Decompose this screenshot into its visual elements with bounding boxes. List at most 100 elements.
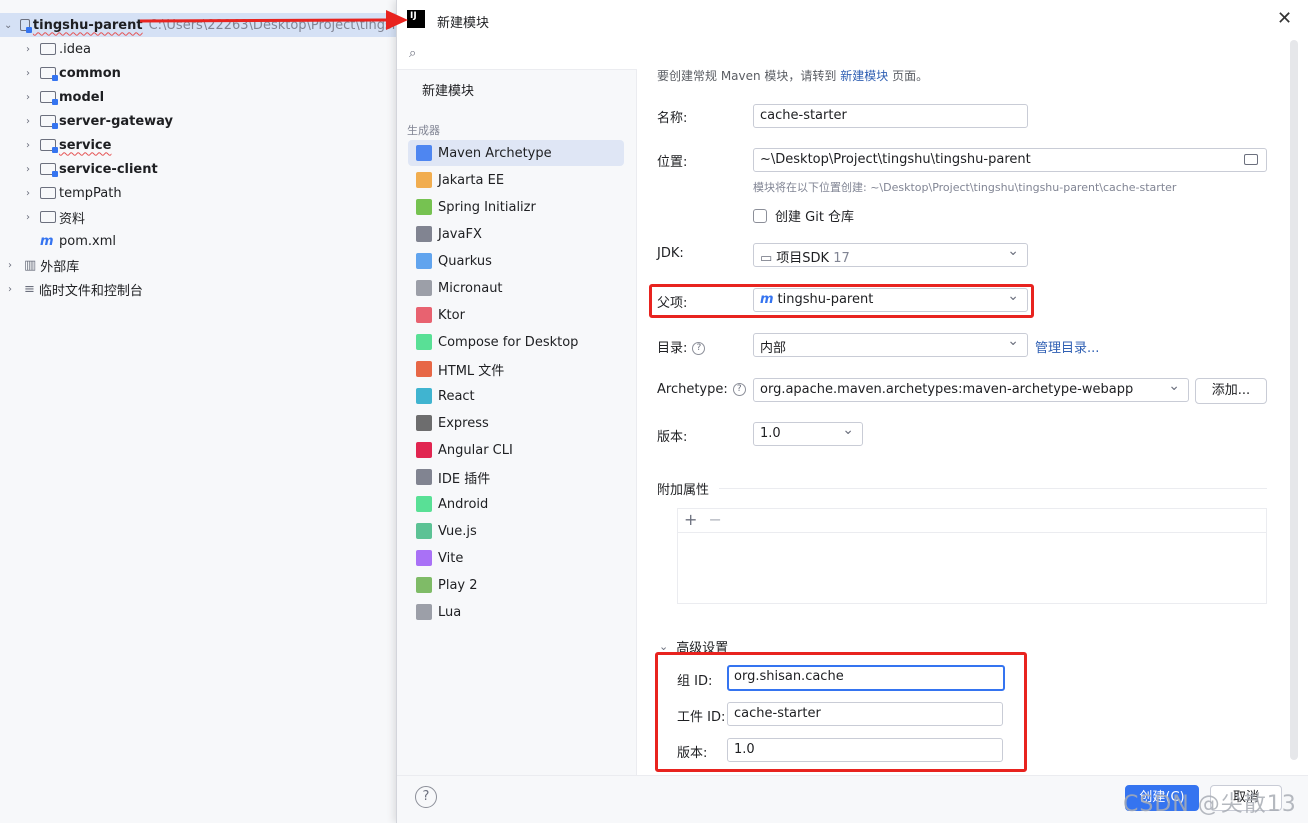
generator-label: JavaFX bbox=[438, 226, 482, 242]
new-module-link[interactable]: 新建模块 bbox=[840, 69, 888, 83]
jdk-label: JDK: bbox=[657, 246, 684, 261]
generator-item[interactable]: Android bbox=[408, 491, 624, 517]
name-field[interactable]: cache-starter bbox=[753, 104, 1028, 128]
project-tree: ⌄ tingshu-parent C:\Users\22263\Desktop\… bbox=[0, 0, 400, 823]
module-folder-icon bbox=[40, 91, 58, 105]
jdk-value: 项目SDK bbox=[776, 251, 830, 266]
tree-item-label: tempPath bbox=[59, 185, 122, 201]
micronaut-icon bbox=[416, 280, 432, 296]
extra-props-table[interactable]: + − bbox=[677, 508, 1267, 604]
generator-item[interactable]: Micronaut bbox=[408, 275, 624, 301]
add-archetype-button[interactable]: 添加... bbox=[1195, 378, 1267, 404]
separator bbox=[719, 488, 1267, 489]
tree-item-label: service-client bbox=[59, 161, 158, 177]
name-label: 名称: bbox=[657, 111, 688, 126]
git-checkbox-row[interactable]: 创建 Git 仓库 bbox=[753, 206, 854, 225]
tree-item-external-libs[interactable]: › ▥ 外部库 bbox=[4, 253, 79, 277]
chevron-right-icon[interactable]: › bbox=[22, 188, 34, 199]
location-label: 位置: bbox=[657, 155, 688, 170]
generator-item[interactable]: Ktor bbox=[408, 302, 624, 328]
chevron-right-icon[interactable]: › bbox=[22, 140, 34, 151]
chevron-right-icon[interactable]: › bbox=[22, 92, 34, 103]
scrollbar[interactable] bbox=[1290, 40, 1298, 760]
search-input[interactable]: ⌕ bbox=[397, 40, 637, 70]
tree-item-model[interactable]: › model bbox=[22, 85, 104, 109]
help-icon[interactable]: ? bbox=[732, 383, 746, 396]
advanced-highlight bbox=[655, 652, 1027, 772]
close-icon[interactable]: ✕ bbox=[1277, 8, 1292, 29]
manage-catalogs-link[interactable]: 管理目录... bbox=[1035, 337, 1099, 356]
tree-item-pom[interactable]: m pom.xml bbox=[34, 229, 116, 253]
tree-item-label: service bbox=[59, 137, 112, 153]
generator-item[interactable]: IDE 插件 bbox=[408, 464, 624, 490]
red-arrow-annotation bbox=[140, 10, 408, 30]
express-icon bbox=[416, 415, 432, 431]
parent-highlight bbox=[649, 284, 1034, 318]
chevron-right-icon[interactable]: › bbox=[4, 260, 16, 271]
module-folder-icon bbox=[40, 163, 58, 177]
jdk-select[interactable]: ▭ 项目SDK 17 bbox=[753, 243, 1028, 267]
version-select[interactable]: 1.0 bbox=[753, 422, 863, 446]
tree-item-ziliao[interactable]: › 资料 bbox=[22, 205, 85, 229]
html5-icon bbox=[416, 361, 432, 377]
generator-item[interactable]: Jakarta EE bbox=[408, 167, 624, 193]
generator-item[interactable]: Lua bbox=[408, 599, 624, 625]
generator-label: Vite bbox=[438, 550, 464, 566]
tree-item-label: .idea bbox=[59, 41, 91, 57]
generator-item[interactable]: Express bbox=[408, 410, 624, 436]
chevron-right-icon[interactable]: › bbox=[4, 284, 16, 295]
generator-item[interactable]: Maven Archetype bbox=[408, 140, 624, 166]
generator-item[interactable]: React bbox=[408, 383, 624, 409]
new-module-item[interactable]: 新建模块 bbox=[422, 80, 474, 99]
location-field[interactable]: ~\Desktop\Project\tingshu\tingshu-parent bbox=[753, 148, 1267, 172]
generator-label: Maven Archetype bbox=[438, 145, 552, 161]
catalog-select[interactable]: 内部 bbox=[753, 333, 1028, 357]
generator-label: Angular CLI bbox=[438, 442, 513, 458]
location-hint: 模块将在以下位置创建: ~\Desktop\Project\tingshu\ti… bbox=[753, 181, 1177, 194]
archetype-label: Archetype:? bbox=[657, 382, 746, 397]
generator-label: Android bbox=[438, 496, 489, 512]
chevron-down-icon[interactable]: ⌄ bbox=[4, 20, 12, 31]
help-button[interactable]: ? bbox=[415, 786, 437, 808]
chevron-right-icon[interactable]: › bbox=[22, 212, 34, 223]
generator-item[interactable]: Spring Initializr bbox=[408, 194, 624, 220]
catalog-label: 目录:? bbox=[657, 337, 706, 356]
generator-item[interactable]: Play 2 bbox=[408, 572, 624, 598]
generator-item[interactable]: JavaFX bbox=[408, 221, 624, 247]
tree-item-common[interactable]: › common bbox=[22, 61, 121, 85]
lua-icon bbox=[416, 604, 432, 620]
generator-item[interactable]: Angular CLI bbox=[408, 437, 624, 463]
generator-label: Express bbox=[438, 415, 489, 431]
chevron-right-icon[interactable]: › bbox=[22, 68, 34, 79]
module-folder-icon bbox=[40, 115, 58, 129]
generator-label: Quarkus bbox=[438, 253, 492, 269]
generator-item[interactable]: Compose for Desktop bbox=[408, 329, 624, 355]
browse-folder-icon[interactable] bbox=[1244, 154, 1258, 165]
git-checkbox[interactable] bbox=[753, 208, 767, 223]
archetype-select[interactable]: org.apache.maven.archetypes:maven-archet… bbox=[753, 378, 1189, 402]
generator-label: HTML 文件 bbox=[438, 363, 505, 379]
tree-item-temppath[interactable]: › tempPath bbox=[22, 181, 122, 205]
module-form: 要创建常规 Maven 模块，请转到 新建模块 页面。 名称: cache-st… bbox=[637, 40, 1308, 775]
extra-props-label: 附加属性 bbox=[657, 483, 710, 498]
remove-icon[interactable]: − bbox=[709, 510, 722, 529]
vue-icon bbox=[416, 523, 432, 539]
tree-item-idea[interactable]: › .idea bbox=[22, 37, 91, 61]
tree-item-server-gateway[interactable]: › server-gateway bbox=[22, 109, 173, 133]
javafx-icon bbox=[416, 226, 432, 242]
generator-item[interactable]: HTML 文件 bbox=[408, 356, 624, 382]
help-icon[interactable]: ? bbox=[692, 342, 706, 355]
chevron-right-icon[interactable]: › bbox=[22, 116, 34, 127]
generator-item[interactable]: Vite bbox=[408, 545, 624, 571]
folder-icon bbox=[40, 43, 56, 55]
chevron-right-icon[interactable]: › bbox=[22, 164, 34, 175]
generator-panel: ⌕ 新建模块 生成器 Maven Archetype Jakarta EE Spri… bbox=[397, 40, 637, 775]
generator-item[interactable]: Vue.js bbox=[408, 518, 624, 544]
generator-item[interactable]: Quarkus bbox=[408, 248, 624, 274]
hint-prefix: 要创建常规 Maven 模块，请转到 bbox=[657, 69, 841, 83]
tree-item-scratches[interactable]: › ≡ 临时文件和控制台 bbox=[4, 277, 143, 301]
add-icon[interactable]: + bbox=[684, 510, 697, 529]
tree-item-service[interactable]: › service bbox=[22, 133, 111, 157]
chevron-right-icon[interactable]: › bbox=[22, 44, 34, 55]
tree-item-service-client[interactable]: › service-client bbox=[22, 157, 158, 181]
